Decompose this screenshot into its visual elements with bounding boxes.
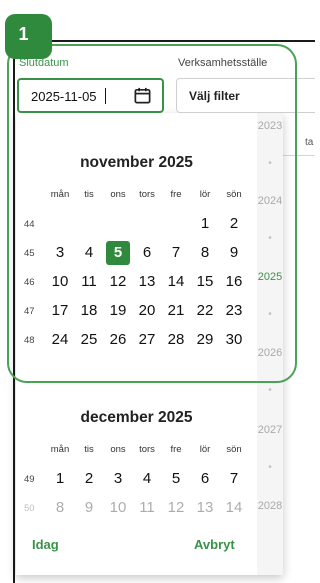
day-cell[interactable]: 26 — [106, 328, 130, 352]
weekday-label: ons — [110, 444, 126, 455]
day-cell[interactable]: 1 — [48, 467, 72, 491]
day-cell[interactable]: 7 — [164, 241, 188, 265]
year-option[interactable]: 2026 — [257, 347, 283, 359]
year-option[interactable]: 2024 — [257, 195, 283, 207]
year-separator-dot: • — [268, 309, 272, 320]
content-frame-left-border — [13, 40, 15, 583]
day-cell[interactable]: 10 — [48, 270, 72, 294]
weekday-label: lör — [199, 189, 211, 200]
year-option[interactable]: 2023 — [257, 120, 283, 132]
month-title: december 2025 — [80, 409, 193, 426]
day-cell[interactable]: 27 — [135, 328, 159, 352]
week-number: 46 — [24, 277, 35, 288]
day-cell[interactable]: 4 — [77, 241, 101, 265]
year-option[interactable]: 2025 — [257, 271, 283, 283]
selected-day-cell[interactable]: 5 — [106, 241, 130, 265]
day-cell[interactable]: 9 — [77, 496, 101, 520]
day-cell[interactable]: 8 — [193, 241, 217, 265]
today-button[interactable]: Idag — [32, 537, 59, 552]
day-cell[interactable]: 5 — [164, 467, 188, 491]
day-cell[interactable]: 19 — [106, 299, 130, 323]
day-cell[interactable]: 30 — [222, 328, 246, 352]
weekday-label: ons — [110, 189, 126, 200]
year-scroller[interactable]: 2023 • 2024 • 2025 • 2026 • 2027 • 2028 — [257, 113, 283, 575]
weekday-label: mån — [50, 189, 70, 200]
day-cell[interactable]: 13 — [135, 270, 159, 294]
weekday-label: sön — [226, 189, 242, 200]
day-cell[interactable]: 11 — [135, 496, 159, 520]
day-cell[interactable]: 9 — [222, 241, 246, 265]
day-cell[interactable]: 24 — [48, 328, 72, 352]
weekday-label: lör — [199, 444, 211, 455]
day-cell[interactable]: 23 — [222, 299, 246, 323]
day-cell[interactable]: 6 — [135, 241, 159, 265]
calendar-icon[interactable] — [133, 86, 152, 105]
day-cell[interactable]: 20 — [135, 299, 159, 323]
weekday-label: tis — [84, 189, 94, 200]
day-cell[interactable]: 3 — [106, 467, 130, 491]
day-cell[interactable]: 2 — [77, 467, 101, 491]
year-separator-dot: • — [268, 385, 272, 396]
week-number: 47 — [24, 306, 35, 317]
day-cell[interactable]: 7 — [222, 467, 246, 491]
year-separator-dot: • — [268, 233, 272, 244]
week-number: 49 — [24, 474, 35, 485]
day-cell[interactable]: 14 — [164, 270, 188, 294]
day-cell[interactable]: 12 — [164, 496, 188, 520]
day-cell[interactable]: 21 — [164, 299, 188, 323]
step-number-badge: 1 — [5, 14, 52, 59]
end-date-input[interactable]: 2025-11-05 — [17, 78, 164, 113]
week-number: 50 — [24, 503, 35, 514]
weekday-label: tors — [139, 444, 155, 455]
day-cell[interactable]: 15 — [193, 270, 217, 294]
cancel-button[interactable]: Avbryt — [194, 537, 235, 552]
weekday-label: fre — [170, 444, 182, 455]
truncated-column-header: ta — [305, 137, 314, 148]
business-unit-select[interactable]: Välj filter — [176, 78, 315, 113]
day-cell[interactable]: 28 — [164, 328, 188, 352]
day-cell[interactable]: 1 — [193, 212, 217, 236]
year-option[interactable]: 2027 — [257, 424, 283, 436]
day-cell[interactable]: 10 — [106, 496, 130, 520]
day-cell[interactable]: 29 — [193, 328, 217, 352]
day-cell[interactable]: 2 — [222, 212, 246, 236]
day-cell[interactable]: 3 — [48, 241, 72, 265]
day-cell[interactable]: 25 — [77, 328, 101, 352]
weekday-label: fre — [170, 189, 182, 200]
month-title: november 2025 — [80, 154, 193, 171]
weekday-label: mån — [50, 444, 70, 455]
year-separator-dot: • — [268, 462, 272, 473]
business-unit-label: Verksamhetsställe — [178, 57, 268, 69]
day-cell[interactable]: 12 — [106, 270, 130, 294]
week-number: 44 — [24, 219, 35, 230]
business-unit-value: Välj filter — [189, 89, 240, 103]
week-number: 48 — [24, 335, 35, 346]
year-separator-dot: • — [268, 158, 272, 169]
day-cell[interactable]: 16 — [222, 270, 246, 294]
weekday-label: tis — [84, 444, 94, 455]
day-cell[interactable]: 17 — [48, 299, 72, 323]
weekday-label: sön — [226, 444, 242, 455]
weekday-label: tors — [139, 189, 155, 200]
content-frame-top-border — [13, 40, 315, 42]
week-number: 45 — [24, 248, 35, 259]
day-cell[interactable]: 4 — [135, 467, 159, 491]
year-option[interactable]: 2028 — [257, 500, 283, 512]
day-cell[interactable]: 6 — [193, 467, 217, 491]
end-date-value: 2025-11-05 — [31, 89, 97, 104]
day-cell[interactable]: 14 — [222, 496, 246, 520]
day-cell[interactable]: 8 — [48, 496, 72, 520]
text-caret — [105, 88, 106, 104]
day-cell[interactable]: 18 — [77, 299, 101, 323]
day-cell[interactable]: 13 — [193, 496, 217, 520]
day-cell[interactable]: 22 — [193, 299, 217, 323]
day-cell[interactable]: 11 — [77, 270, 101, 294]
date-picker-panel: 2023 • 2024 • 2025 • 2026 • 2027 • 2028 november 2… — [16, 113, 283, 575]
